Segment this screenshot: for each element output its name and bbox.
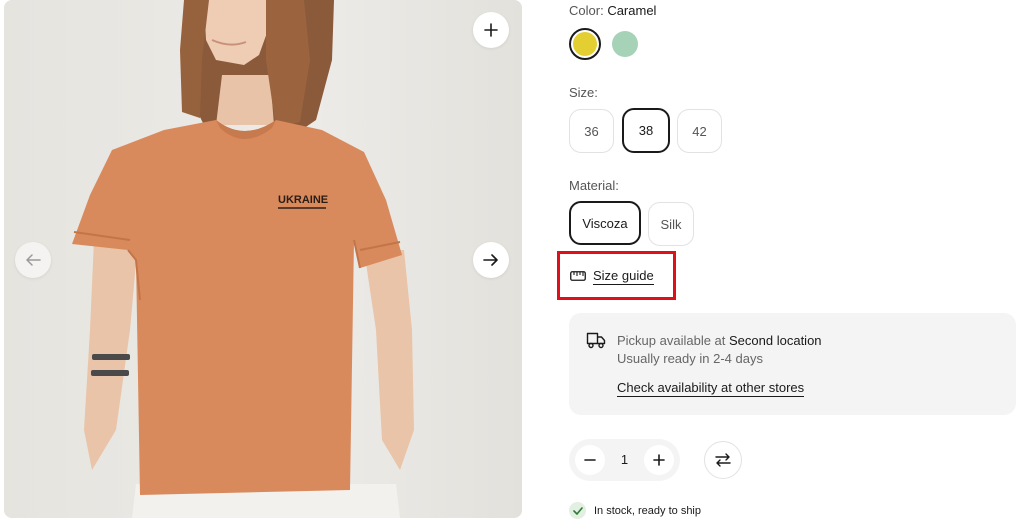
- material-option-viscoza[interactable]: Viscoza: [569, 201, 641, 245]
- color-swatch-fill: [573, 32, 597, 56]
- check-icon: [569, 502, 586, 519]
- swap-arrows-icon: [715, 453, 731, 467]
- stock-status-text: In stock, ready to ship: [594, 504, 701, 517]
- size-label: Size:: [569, 85, 598, 100]
- increase-quantity-button[interactable]: [644, 445, 674, 475]
- arrow-right-icon: [483, 254, 498, 266]
- shirt-print-text: UKRAINE: [278, 194, 328, 206]
- next-image-button[interactable]: [473, 242, 509, 278]
- size-option-36[interactable]: 36: [569, 109, 614, 153]
- size-option-38[interactable]: 38: [622, 108, 670, 153]
- quantity-value[interactable]: 1: [609, 452, 640, 467]
- decrease-quantity-button[interactable]: [575, 445, 605, 475]
- check-availability-link[interactable]: Check availability at other stores: [617, 380, 805, 397]
- minus-icon: [584, 459, 596, 461]
- zoom-button[interactable]: [473, 12, 509, 48]
- size-option-42[interactable]: 42: [677, 109, 722, 153]
- plus-icon: [484, 23, 498, 37]
- previous-image-button[interactable]: [15, 242, 51, 278]
- compare-button[interactable]: [704, 441, 742, 479]
- color-swatch-fill: [612, 31, 638, 57]
- quantity-stepper: 1: [569, 439, 680, 481]
- color-swatch-mint[interactable]: [609, 28, 641, 60]
- material-option-silk[interactable]: Silk: [648, 202, 694, 246]
- color-label-text: Color:: [569, 3, 604, 18]
- pickup-location-text: Pickup available at Second location: [617, 333, 822, 348]
- pickup-ready-text: Usually ready in 2-4 days: [617, 351, 763, 366]
- color-label: Color: Caramel: [569, 3, 656, 18]
- product-photo: UKRAINE: [4, 0, 522, 518]
- arrow-left-icon: [26, 254, 41, 266]
- pickup-location: Second location: [729, 333, 822, 348]
- color-swatch-caramel[interactable]: [569, 28, 601, 60]
- product-image-gallery[interactable]: UKRAINE: [4, 0, 522, 518]
- plus-icon: [653, 454, 665, 466]
- pickup-prefix: Pickup available at: [617, 333, 730, 348]
- truck-icon: [586, 332, 606, 349]
- pickup-availability-panel: Pickup available at Second location Usua…: [569, 313, 1016, 415]
- stock-status: In stock, ready to ship: [569, 502, 701, 519]
- material-label: Material:: [569, 178, 619, 193]
- selected-color-value: Caramel: [607, 3, 657, 18]
- highlight-box: [557, 251, 676, 300]
